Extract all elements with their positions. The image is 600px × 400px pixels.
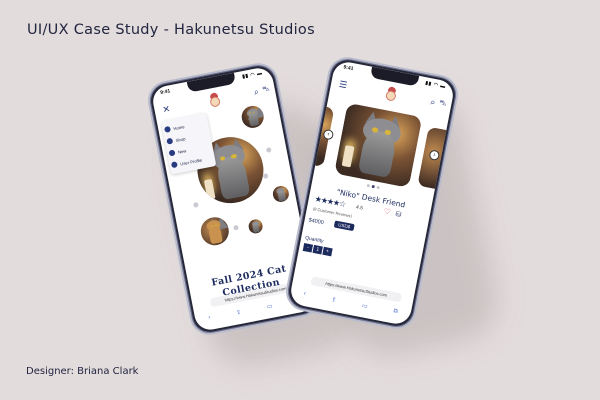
cat-thumb-orange[interactable]: [198, 214, 232, 248]
designer-credit: Designer: Briana Clark: [26, 366, 139, 377]
menu-item-label: New: [177, 147, 187, 155]
cat-thumb-small-top[interactable]: [239, 104, 266, 130]
qty-value: 1: [312, 244, 323, 255]
status-icons: ▮▮ ◠ ▬: [424, 80, 447, 91]
new-icon: [168, 149, 176, 157]
carousel-pager: [366, 183, 380, 190]
bookmark-icon[interactable]: ▭: [266, 302, 273, 310]
menu-icon[interactable]: ☰: [338, 79, 348, 91]
decor-dot: [192, 201, 199, 208]
heart-icon[interactable]: ♡: [383, 207, 392, 217]
home-icon: [163, 125, 172, 133]
menu-item-label: Shop: [175, 135, 186, 143]
page-title: UI/UX Case Study - Hakunetsu Studios: [27, 22, 315, 38]
review-count[interactable]: (8 Customer Reviews): [312, 206, 352, 218]
status-icons: ▮▮ ◠ ▬: [241, 70, 264, 81]
quantity-stepper: - 1 +: [302, 242, 334, 257]
decor-dot: [262, 173, 269, 179]
decor-dot: [265, 147, 272, 153]
product-carousel: ‹ ›: [301, 99, 453, 193]
qty-increment-button[interactable]: +: [322, 246, 333, 257]
menu-item-label: User Profile: [179, 156, 203, 167]
close-icon[interactable]: ✕: [162, 104, 172, 116]
currency-select[interactable]: USD$: [333, 220, 355, 232]
status-time: 9:41: [159, 88, 171, 97]
share-icon[interactable]: ⇪: [331, 296, 337, 304]
tabs-icon[interactable]: ⧉: [393, 308, 398, 316]
cat-thumb-small-right[interactable]: [271, 184, 291, 204]
nav-menu: Home Shop New User Profile: [160, 112, 217, 175]
search-icon[interactable]: ⌕: [429, 97, 437, 109]
product-price: $4000: [308, 217, 325, 227]
rating-value: 4.5: [355, 204, 364, 212]
pager-dot-active[interactable]: [371, 184, 375, 189]
bag-icon[interactable]: ⛁: [395, 210, 402, 219]
user-icon: [170, 161, 178, 169]
cat-thumb-small-bottom[interactable]: [247, 218, 264, 235]
qty-decrement-button[interactable]: -: [302, 242, 314, 253]
pager-dot[interactable]: [366, 183, 371, 188]
back-icon[interactable]: ‹: [303, 291, 306, 297]
back-icon[interactable]: ‹: [208, 315, 211, 321]
menu-item-label: Home: [172, 123, 185, 131]
pager-dot[interactable]: [376, 185, 380, 190]
brand-logo[interactable]: [206, 91, 223, 109]
bookmark-icon[interactable]: ▭: [361, 302, 368, 310]
status-time: 9:41: [342, 64, 354, 73]
brand-logo[interactable]: [383, 85, 400, 103]
share-icon[interactable]: ⇪: [235, 308, 242, 316]
search-icon[interactable]: ⌕: [253, 86, 260, 98]
cart-icon[interactable]: ⛍: [262, 84, 271, 94]
cart-icon[interactable]: ⛍: [438, 98, 447, 108]
decor-dot: [233, 224, 239, 231]
shop-icon: [166, 137, 174, 145]
carousel-image-main[interactable]: [334, 102, 423, 188]
